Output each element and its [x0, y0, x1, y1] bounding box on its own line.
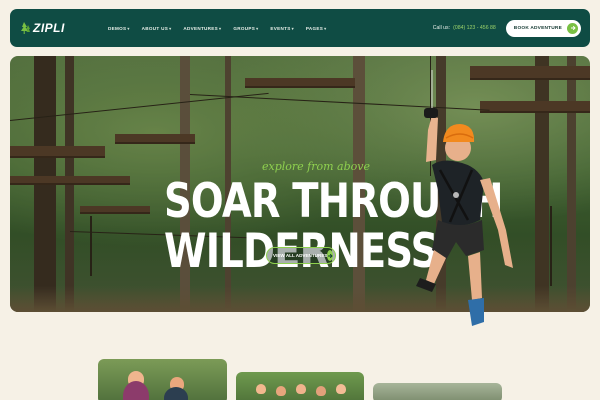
- menu-item-pages[interactable]: PAGES ▾: [306, 26, 327, 31]
- person: [336, 384, 346, 394]
- adventure-card-image[interactable]: [236, 372, 364, 400]
- menu-item-label: ABOUT US: [141, 25, 169, 31]
- chevron-down-icon: ▾: [169, 25, 172, 31]
- book-adventure-button[interactable]: BOOK ADVENTURE: [505, 19, 581, 37]
- book-adventure-label: BOOK ADVENTURE: [513, 25, 562, 31]
- person: [123, 381, 149, 400]
- site-logo[interactable]: ZIPLI: [21, 21, 99, 35]
- menu-item-groups[interactable]: GROUPS ▾: [233, 26, 258, 31]
- arrow-right-icon: [327, 250, 334, 261]
- person: [164, 387, 188, 400]
- adventure-card-image[interactable]: [98, 359, 227, 400]
- person: [296, 384, 306, 394]
- person: [316, 386, 326, 396]
- chevron-down-icon: ▾: [256, 25, 259, 31]
- arrow-right-icon: [567, 22, 578, 34]
- person: [256, 384, 266, 394]
- chevron-down-icon: ▾: [324, 25, 327, 31]
- menu-item-label: ADVENTURES: [183, 25, 219, 31]
- zipliner-image: [416, 70, 513, 326]
- menu-item-demos[interactable]: DEMOS ▾: [108, 26, 130, 31]
- top-navigation: ZIPLI DEMOS ▾ ABOUT US ▾ ADVENTURES ▾ GR…: [10, 9, 590, 47]
- menu-item-about-us[interactable]: ABOUT US ▾: [142, 26, 172, 31]
- menu-item-label: PAGES: [305, 25, 324, 31]
- menu-item-events[interactable]: EVENTS ▾: [270, 26, 294, 31]
- view-all-adventures-button[interactable]: VIEW ALL ADVENTURES: [266, 247, 336, 264]
- chevron-down-icon: ▾: [291, 25, 294, 31]
- menu-item-adventures[interactable]: ADVENTURES ▾: [183, 26, 221, 31]
- person: [276, 386, 286, 396]
- call-us[interactable]: Call us: (084) 123 - 456 88: [433, 25, 496, 31]
- menu-item-label: DEMOS: [108, 25, 127, 31]
- hero-tagline: explore from above: [262, 160, 370, 173]
- call-label: Call us:: [432, 25, 451, 31]
- adventure-card-image[interactable]: [373, 383, 502, 400]
- chevron-down-icon: ▾: [219, 25, 222, 31]
- tree-icon: [21, 22, 30, 34]
- call-number[interactable]: (084) 123 - 456 88: [453, 25, 496, 31]
- menu-item-label: EVENTS: [270, 25, 291, 31]
- headline-line-1: SOAR THROUGH: [164, 174, 504, 229]
- main-menu: DEMOS ▾ ABOUT US ▾ ADVENTURES ▾ GROUPS ▾…: [108, 26, 326, 31]
- menu-item-label: GROUPS: [233, 25, 256, 31]
- logo-text: ZIPLI: [33, 21, 65, 35]
- chevron-down-icon: ▾: [127, 25, 130, 31]
- view-all-adventures-label: VIEW ALL ADVENTURES: [273, 253, 328, 258]
